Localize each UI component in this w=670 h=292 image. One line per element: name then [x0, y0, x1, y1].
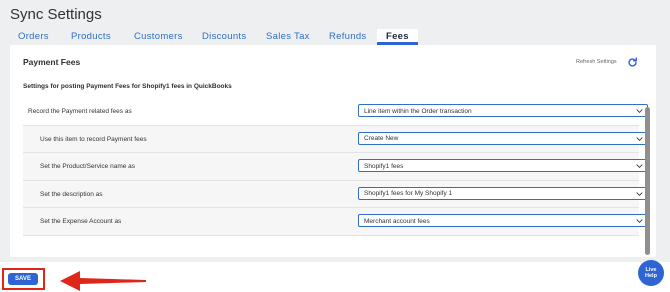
- tab-refunds[interactable]: Refunds: [329, 29, 377, 45]
- tab-bar: Orders Products Customers Discounts Sale…: [10, 29, 418, 45]
- refresh-icon[interactable]: [627, 57, 638, 68]
- live-help-label-line2: Help: [645, 273, 657, 279]
- section-subtitle: Settings for posting Payment Fees for Sh…: [23, 83, 232, 90]
- product-service-name-select[interactable]: Shopify1 fees: [358, 159, 648, 172]
- settings-card: Payment Fees Refresh Settings Settings f…: [10, 45, 656, 257]
- chevron-down-icon: [636, 164, 643, 169]
- setting-label: Record the Payment related fees as: [28, 108, 132, 115]
- settings-list: Record the Payment related fees as Line …: [23, 98, 648, 236]
- refresh-settings-label[interactable]: Refresh Settings: [576, 59, 617, 65]
- select-value: Shopify1 fees for My Shopify 1: [364, 190, 453, 197]
- setting-row: Set the Expense Account as Merchant acco…: [23, 208, 648, 236]
- tab-fees[interactable]: Fees: [377, 29, 418, 45]
- setting-row: Set the Product/Service name as Shopify1…: [23, 153, 648, 181]
- tab-orders[interactable]: Orders: [10, 29, 71, 45]
- chevron-down-icon: [636, 109, 643, 114]
- description-select[interactable]: Shopify1 fees for My Shopify 1: [358, 186, 648, 200]
- select-value: Merchant account fees: [364, 217, 430, 225]
- setting-label: Use this item to record Payment fees: [40, 135, 147, 143]
- tab-discounts[interactable]: Discounts: [202, 29, 266, 45]
- setting-label: Set the description as: [40, 190, 103, 198]
- setting-label: Set the Expense Account as: [40, 218, 122, 225]
- chevron-down-icon: [636, 191, 643, 196]
- setting-row: Use this item to record Payment fees Cre…: [23, 125, 648, 153]
- payment-fees-item-select[interactable]: Create New: [358, 131, 648, 145]
- setting-label: Set the Product/Service name as: [40, 163, 136, 170]
- live-help-button[interactable]: Live Help: [638, 260, 664, 286]
- annotation-arrow-icon: [60, 271, 146, 291]
- chevron-down-icon: [636, 136, 643, 141]
- setting-row: Record the Payment related fees as Line …: [23, 98, 648, 126]
- expense-account-select[interactable]: Merchant account fees: [358, 214, 648, 227]
- tab-customers[interactable]: Customers: [134, 29, 202, 45]
- tab-products[interactable]: Products: [71, 29, 134, 45]
- setting-row: Set the description as Shopify1 fees for…: [23, 180, 648, 208]
- save-button[interactable]: SAVE: [8, 273, 38, 285]
- select-value: Line item within the Order transaction: [364, 107, 472, 115]
- select-value: Shopify1 fees: [364, 162, 404, 170]
- payment-fees-record-select[interactable]: Line item within the Order transaction: [358, 104, 648, 117]
- chevron-down-icon: [636, 219, 643, 224]
- section-title: Payment Fees: [23, 57, 81, 67]
- scrollbar[interactable]: [645, 107, 650, 255]
- tab-sales-tax[interactable]: Sales Tax: [266, 29, 329, 45]
- page-title: Sync Settings: [10, 6, 102, 23]
- select-value: Create New: [364, 135, 399, 142]
